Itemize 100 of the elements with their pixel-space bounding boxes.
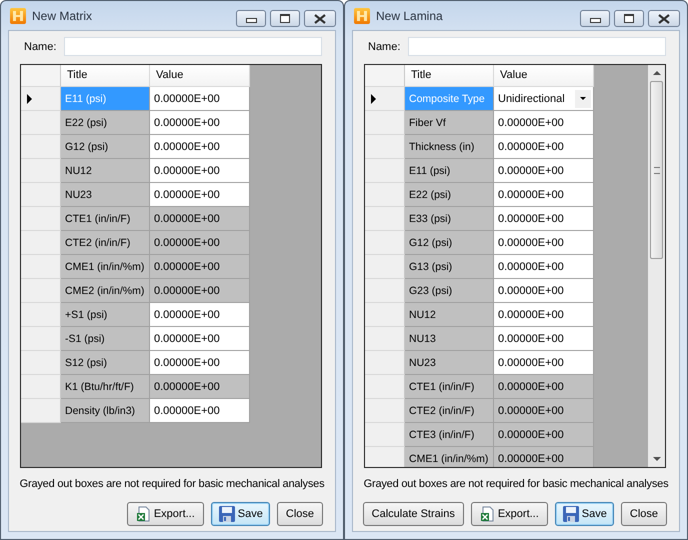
corner-header [365, 65, 405, 87]
close-icon [314, 14, 326, 24]
title-cell: G13 (psi) [405, 255, 494, 279]
value-cell[interactable]: 0.00000E+00 [150, 87, 250, 111]
value-cell[interactable]: 0.00000E+00 [150, 183, 250, 207]
value-cell[interactable]: 0.00000E+00 [150, 135, 250, 159]
window-title: New Matrix [32, 8, 94, 22]
close-icon [658, 14, 670, 24]
value-cell[interactable]: 0.00000E+00 [150, 303, 250, 327]
title-cell: E33 (psi) [405, 207, 494, 231]
column-header[interactable]: Title [61, 65, 150, 87]
hint-text: Grayed out boxes are not required for basic mechanical analyses [18, 478, 326, 490]
name-field[interactable] [408, 37, 666, 56]
value-cell[interactable]: 0.00000E+00 [494, 255, 594, 279]
value-cell[interactable]: 0.00000E+00 [150, 207, 250, 231]
corner-header [21, 65, 61, 87]
title-cell: CTE3 (in/in/F) [405, 423, 494, 447]
value-cell[interactable]: 0.00000E+00 [150, 351, 250, 375]
column-header[interactable]: Title [405, 65, 494, 87]
scroll-thumb[interactable] [650, 81, 663, 259]
value-cell[interactable]: 0.00000E+00 [150, 255, 250, 279]
value-cell[interactable]: 0.00000E+00 [150, 111, 250, 135]
value-cell[interactable]: 0.00000E+00 [494, 303, 594, 327]
column-header[interactable]: Value [494, 65, 594, 87]
save-button[interactable]: Save [210, 502, 270, 526]
app-icon [354, 8, 370, 24]
value-cell[interactable]: 0.00000E+00 [494, 327, 594, 351]
title-cell: G12 (psi) [61, 135, 150, 159]
title-cell: NU23 [405, 351, 494, 375]
row-header[interactable] [21, 87, 61, 111]
minimize-button[interactable] [236, 10, 266, 27]
title-cell: E11 (psi) [405, 159, 494, 183]
title-cell: G23 (psi) [405, 279, 494, 303]
name-field[interactable] [64, 37, 322, 56]
title-cell: NU23 [61, 183, 150, 207]
title-cell: CTE2 (in/in/F) [61, 231, 150, 255]
close-button[interactable] [304, 10, 336, 27]
title-cell: E22 (psi) [61, 111, 150, 135]
spreadsheet-icon [480, 506, 496, 522]
title-cell: CTE1 (in/in/F) [61, 207, 150, 231]
title-cell: +S1 (psi) [61, 303, 150, 327]
dropdown-icon [575, 90, 591, 108]
title-cell: E22 (psi) [405, 183, 494, 207]
title-cell: NU12 [61, 159, 150, 183]
export-button[interactable]: Export... [126, 502, 204, 526]
title-cell: CME1 (in/in/%m) [405, 447, 494, 467]
title-cell: G12 (psi) [405, 231, 494, 255]
spreadsheet-icon [136, 506, 152, 522]
dialog-button[interactable]: Calculate Strains [362, 502, 464, 526]
value-cell[interactable]: 0.00000E+00 [494, 159, 594, 183]
save-button[interactable]: Save [554, 502, 614, 526]
value-cell[interactable]: 0.00000E+00 [494, 423, 594, 447]
value-cell[interactable]: 0.00000E+00 [494, 183, 594, 207]
scroll-down-icon[interactable] [652, 457, 660, 461]
value-cell[interactable]: 0.00000E+00 [494, 447, 594, 467]
scroll-up-icon[interactable] [652, 71, 660, 75]
column-header[interactable]: Value [150, 65, 250, 87]
title-cell: CME1 (in/in/%m) [61, 255, 150, 279]
vertical-scrollbar[interactable] [648, 65, 665, 467]
export-button[interactable]: Export... [470, 502, 548, 526]
maximize-button[interactable] [614, 10, 644, 27]
value-cell[interactable]: 0.00000E+00 [150, 159, 250, 183]
title-cell: NU13 [405, 327, 494, 351]
hint-text: Grayed out boxes are not required for basic mechanical analyses [362, 478, 670, 490]
value-cell[interactable]: 0.00000E+00 [494, 351, 594, 375]
value-cell[interactable]: 0.00000E+00 [494, 111, 594, 135]
title-cell: CTE1 (in/in/F) [405, 375, 494, 399]
value-cell[interactable]: 0.00000E+00 [150, 279, 250, 303]
value-cell[interactable]: 0.00000E+00 [150, 399, 250, 423]
dialog-button[interactable]: Close [276, 502, 323, 526]
value-cell[interactable]: 0.00000E+00 [494, 207, 594, 231]
value-cell[interactable]: 0.00000E+00 [494, 279, 594, 303]
title-cell: Thickness (in) [405, 135, 494, 159]
title-cell: K1 (Btu/hr/ft/F) [61, 375, 150, 399]
title-cell: CME2 (in/in/%m) [61, 279, 150, 303]
title-cell: Density (lb/in3) [61, 399, 150, 423]
value-cell[interactable]: 0.00000E+00 [494, 231, 594, 255]
value-cell[interactable]: 0.00000E+00 [494, 399, 594, 423]
app-icon [10, 8, 26, 24]
minimize-button[interactable] [580, 10, 610, 27]
value-cell[interactable]: 0.00000E+00 [494, 375, 594, 399]
value-cell[interactable]: 0.00000E+00 [494, 135, 594, 159]
maximize-button[interactable] [270, 10, 300, 27]
title-cell: CTE2 (in/in/F) [405, 399, 494, 423]
value-cell[interactable]: 0.00000E+00 [150, 231, 250, 255]
window-title: New Lamina [376, 8, 444, 22]
row-header[interactable] [365, 87, 405, 111]
title-cell: Fiber Vf [405, 111, 494, 135]
title-cell: Composite Type [405, 87, 494, 111]
close-button[interactable] [648, 10, 680, 27]
name-label: Name: [368, 40, 402, 52]
title-cell: NU12 [405, 303, 494, 327]
value-cell[interactable]: 0.00000E+00 [150, 327, 250, 351]
title-cell: S12 (psi) [61, 351, 150, 375]
value-cell[interactable]: 0.00000E+00 [150, 375, 250, 399]
name-label: Name: [24, 40, 58, 52]
dialog-button[interactable]: Close [620, 502, 667, 526]
title-cell: E11 (psi) [61, 87, 150, 111]
title-cell: -S1 (psi) [61, 327, 150, 351]
value-dropdown[interactable]: Unidirectional [494, 87, 594, 111]
